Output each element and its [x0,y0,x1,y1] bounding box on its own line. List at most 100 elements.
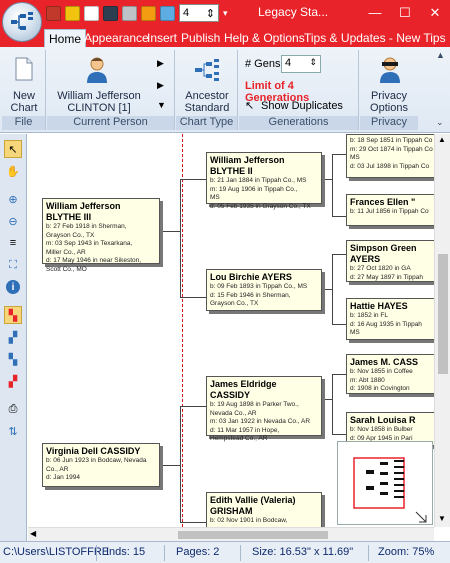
next-person-icon[interactable]: ▶ [157,58,164,69]
pointer-icon[interactable]: ↖ [4,140,22,158]
app-orb-icon[interactable] [2,2,42,42]
scroll-up-icon[interactable]: ▲ [438,135,446,144]
save-icon[interactable] [103,5,118,21]
group-label-current-person: Current Person [47,116,174,130]
open-icon[interactable] [65,5,80,21]
person-box-great-grandparent[interactable]: James M. CASS b: Nov 1855 in Coffee m: A… [346,354,434,394]
tab-appearance[interactable]: Appearance [80,29,153,47]
chart-layout-3-icon[interactable]: ▚ [4,350,22,368]
connector [180,179,181,297]
person-detail: m: 03 Sep 1943 in Texarkana, [46,240,133,247]
refresh-icon[interactable]: ⇅ [4,422,22,440]
person-detail: d: Jan 1994 [46,474,80,481]
status-separator [96,545,97,561]
ribbon-expand-icon[interactable]: ⌄ [436,117,444,128]
qat-customize-icon[interactable]: ▾ [223,8,228,19]
zoom-out-icon[interactable]: ⊖ [4,212,22,230]
tab-tips-updates[interactable]: Tips & Updates - New Tips [300,29,450,47]
new-chart-icon[interactable] [14,57,34,81]
person-box-maternal-grandmother[interactable]: Edith Vallie (Valeria) GRISHAM b: 02 Nov… [206,492,322,527]
person-name: Frances Ellen " [350,197,416,207]
person-box-paternal-grandfather[interactable]: William Jefferson BLYTHE II b: 21 Jan 18… [206,152,322,210]
person-detail: Grayson Co., TX [46,231,95,239]
minimap-preview [353,457,427,523]
horizontal-scrollbar[interactable]: ◀ [28,527,434,541]
person-detail: b: 19 Aug 1898 in Parker Two., [210,401,299,408]
person-detail: b: Nov 1855 in Coffee [350,368,413,375]
chart-icon[interactable] [160,5,175,21]
person-box-great-grandparent[interactable]: Frances Ellen " b: 11 Jul 1856 in Tippah… [346,194,434,226]
person-detail: d: 16 Aug 1935 in Tippah [350,320,422,328]
ribbon-collapse-icon[interactable]: ▲ [436,50,445,60]
hand-icon[interactable]: ✋ [4,162,22,180]
align-icon[interactable]: ≡ [4,234,22,252]
person-name: Hattie HAYES [350,301,408,311]
group-label-generations: Generations [239,116,358,130]
group-label-privacy: Privacy [360,116,418,130]
qat-gens-spinner[interactable]: 4 ⇕ [179,4,219,22]
print-icon[interactable] [122,5,137,21]
privacy-options-button[interactable]: Privacy Options [362,90,416,114]
quick-access-toolbar: 4 ⇕ ▾ [46,4,228,22]
tab-publish[interactable]: Publish [177,29,224,47]
connector [332,374,333,434]
status-size: Size: 16.53" x 11.69" [252,546,354,558]
person-detail: b: 02 Nov 1901 in Bodcaw, [210,517,288,524]
ancestor-chart-icon[interactable] [194,57,220,83]
person-box-great-grandparent[interactable]: Simpson Green AYERS b: 27 Oct 1820 in GA… [346,240,434,282]
person-detail: Co., AR [46,465,69,473]
person-box-maternal-grandfather[interactable]: James Eldridge CASSIDY b: 19 Aug 1898 in… [206,376,322,442]
prev-person-icon[interactable]: ▶ [157,80,164,91]
person-detail: d: 27 May 1897 in Tippah [350,273,423,281]
group-label-chart-type: Chart Type [176,116,237,130]
connector [332,154,346,155]
horizontal-scroll-thumb[interactable] [178,531,328,539]
maximize-button[interactable]: ☐ [390,0,420,25]
scroll-down-icon[interactable]: ▼ [438,514,446,523]
scroll-left-icon[interactable]: ◀ [30,529,36,538]
person-detail: d: 17 May 1946 in near Sikeston, [46,257,142,264]
person-icon[interactable] [141,5,156,21]
status-path: C:\Users\LISTOFFRE [3,546,110,558]
person-box-paternal-grandmother[interactable]: Lou Birchie AYERS b: 09 Feb 1893 in Tipp… [206,269,322,311]
vertical-scroll-thumb[interactable] [438,254,448,374]
close-button[interactable]: ✕ [420,0,450,25]
person-box-mother[interactable]: Virginia Dell CASSIDY b: 06 Jun 1923 in … [42,443,160,487]
connector [332,254,346,255]
person-menu-icon[interactable]: ▼ [157,100,166,110]
person-box-father[interactable]: William Jefferson BLYTHE III b: 27 Feb 1… [42,198,160,273]
privacy-icon[interactable] [378,56,402,84]
person-box-great-grandparent[interactable]: b: 18 Sep 1851 in Tippah Co m: 29 Oct 18… [346,134,434,178]
spinner-arrows-icon[interactable]: ⇕ [309,57,317,71]
tab-help-options[interactable]: Help & Options [220,29,309,47]
tab-insert[interactable]: Insert [143,29,181,47]
minimize-button[interactable]: — [360,0,390,25]
status-bar: C:\Users\LISTOFFRE Inds: 15 Pages: 2 Siz… [0,541,450,563]
person-detail: b: 1852 in FL [350,312,388,319]
fit-icon[interactable]: ⛶ [4,256,22,274]
show-duplicates-button[interactable]: Show Duplicates [261,100,343,112]
person-detail: Scott Co., MO [46,265,87,273]
print-preview-icon[interactable]: ⎙ [4,400,22,418]
ancestor-standard-button[interactable]: Ancestor Standard [178,90,236,114]
person-detail: d: 1908 in Covington [350,385,410,392]
new-doc-icon[interactable] [84,5,99,21]
connector [180,297,206,298]
chart-layout-1-icon[interactable]: ▚ [4,306,22,324]
connector [160,465,180,466]
spinner-arrows-icon[interactable]: ⇕ [206,7,215,20]
status-zoom: Zoom: 75% [378,546,435,558]
current-person-name[interactable]: William Jefferson CLINTON [1] [47,90,151,114]
info-icon[interactable]: i [6,280,20,294]
person-icon[interactable] [85,56,109,84]
vertical-scrollbar[interactable]: ▲ ▼ [434,134,450,527]
chart-overview-minimap[interactable] [337,441,433,525]
person-box-great-grandparent[interactable]: Hattie HAYES b: 1852 in FL d: 16 Aug 193… [346,298,434,340]
person-detail: b: 27 Oct 1820 in GA [350,265,411,272]
chart-layout-2-icon[interactable]: ▞ [4,328,22,346]
zoom-in-icon[interactable]: ⊕ [4,190,22,208]
person-name: James Eldridge CASSIDY [210,379,277,400]
gens-spinner[interactable]: 4 ⇕ [281,55,321,73]
chart-layout-4-icon[interactable]: ▞ [4,372,22,390]
new-chart-button[interactable]: New Chart [4,90,44,114]
